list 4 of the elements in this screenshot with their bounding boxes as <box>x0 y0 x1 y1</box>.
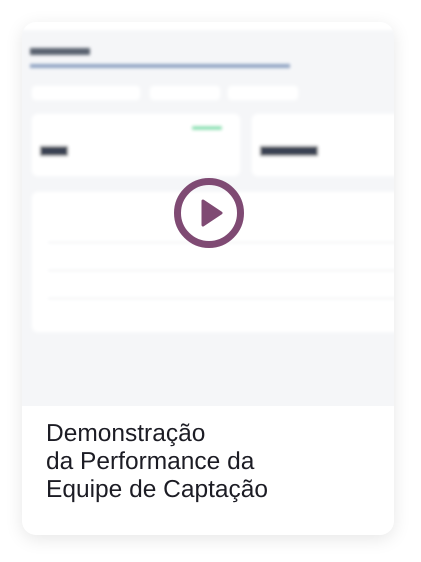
play-button[interactable] <box>174 178 244 248</box>
video-caption: Demonstração da Performance da Equipe de Captação <box>45 419 270 504</box>
video-card[interactable]: Demonstração da Performance da Equipe de Captação <box>22 22 394 535</box>
play-icon <box>200 199 222 227</box>
